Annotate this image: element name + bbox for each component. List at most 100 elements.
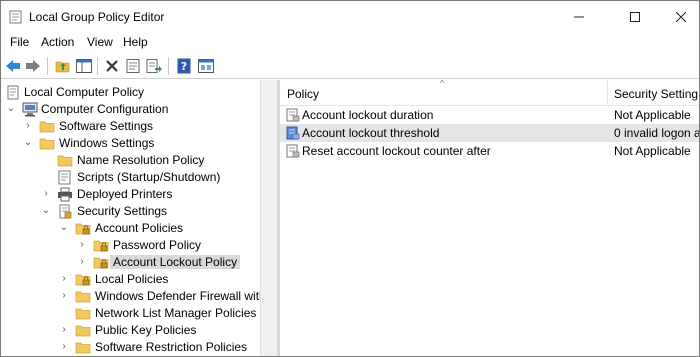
show-hide-tree-button[interactable] bbox=[74, 56, 94, 76]
list-item[interactable]: Reset account lockout counter after Not … bbox=[280, 142, 699, 160]
tree-scrollbar[interactable] bbox=[260, 80, 277, 356]
maximize-button[interactable] bbox=[612, 1, 658, 33]
chevron-down-icon[interactable]: ⌄ bbox=[59, 222, 69, 234]
list-item[interactable]: Account lockout duration Not Applicable bbox=[280, 106, 699, 124]
window-title: Local Group Policy Editor bbox=[29, 10, 165, 24]
tree-item-account-policies[interactable]: ⌄ Account Policies bbox=[1, 220, 260, 237]
tree-item-network-list-manager-policies[interactable]: Network List Manager Policies bbox=[1, 305, 260, 322]
tree-item-password-policy[interactable]: › Password Policy bbox=[1, 237, 260, 254]
policy-setting-value: Not Applicable bbox=[614, 144, 691, 158]
menu-view[interactable]: View bbox=[86, 35, 114, 49]
tree-item-label: Account Lockout Policy bbox=[110, 255, 241, 269]
tree-item-label: Local Computer Policy bbox=[24, 85, 145, 99]
chevron-right-icon[interactable]: › bbox=[77, 256, 87, 268]
folder-icon bbox=[39, 121, 55, 133]
chevron-right-icon[interactable]: › bbox=[59, 341, 69, 353]
locked-folder-icon bbox=[93, 240, 109, 252]
menu-bar: File Action View Help bbox=[1, 33, 699, 53]
tree-item-label: Password Policy bbox=[113, 238, 202, 252]
details-pane: ^ Policy Security Setting Account lockou… bbox=[280, 80, 699, 356]
properties-button[interactable] bbox=[123, 56, 143, 76]
back-icon bbox=[6, 60, 20, 72]
view-button[interactable] bbox=[196, 56, 216, 76]
console-tree: Local Computer Policy ⌄ Computer Configu… bbox=[1, 80, 260, 356]
tree-item-local-policies[interactable]: › Local Policies bbox=[1, 271, 260, 288]
computer-policy-icon bbox=[7, 85, 19, 100]
close-icon bbox=[676, 12, 686, 22]
policy-name: Reset account lockout counter after bbox=[302, 144, 491, 158]
tree-item-public-key-policies[interactable]: › Public Key Policies bbox=[1, 322, 260, 339]
tree-item-computer-configuration[interactable]: ⌄ Computer Configuration bbox=[1, 101, 260, 118]
help-button[interactable]: ? bbox=[174, 56, 194, 76]
sort-ascending-icon: ^ bbox=[440, 80, 445, 88]
chevron-right-icon[interactable]: › bbox=[59, 324, 69, 336]
title-bar: Local Group Policy Editor bbox=[1, 1, 699, 33]
folder-icon bbox=[75, 308, 91, 320]
minimize-button[interactable] bbox=[556, 1, 602, 33]
policy-setting-value: Not Applicable bbox=[614, 108, 691, 122]
tree-item-deployed-printers[interactable]: › Deployed Printers bbox=[1, 186, 260, 203]
list-item[interactable]: Account lockout threshold 0 invalid logo… bbox=[280, 124, 699, 142]
tree-item-label: Local Policies bbox=[95, 272, 169, 286]
tree-item-label: Account Policies bbox=[95, 221, 184, 235]
toolbar: ? bbox=[1, 53, 699, 79]
tree-item-security-settings[interactable]: ⌄ Security Settings bbox=[1, 203, 260, 220]
folder-icon bbox=[75, 342, 91, 354]
chevron-right-icon[interactable]: › bbox=[41, 188, 51, 200]
app-window: Local Group Policy Editor File Action Vi… bbox=[0, 0, 700, 357]
chevron-down-icon[interactable]: ⌄ bbox=[41, 205, 51, 217]
close-button[interactable] bbox=[658, 1, 699, 33]
printer-icon bbox=[58, 187, 72, 202]
policy-name: Account lockout duration bbox=[302, 108, 434, 122]
chevron-right-icon[interactable]: › bbox=[23, 120, 33, 132]
chevron-down-icon[interactable]: ⌄ bbox=[6, 103, 16, 115]
menu-help[interactable]: Help bbox=[122, 35, 149, 49]
chevron-right-icon[interactable]: › bbox=[77, 239, 87, 251]
tree-item-account-lockout-policy[interactable]: › Account Lockout Policy bbox=[1, 254, 260, 271]
chevron-down-icon[interactable]: ⌄ bbox=[23, 137, 33, 149]
back-button[interactable] bbox=[3, 56, 23, 76]
delete-icon bbox=[106, 60, 118, 72]
tree-item-name-resolution-policy[interactable]: Name Resolution Policy bbox=[1, 152, 260, 169]
delete-button[interactable] bbox=[102, 56, 122, 76]
tree-item-software-restriction-policies[interactable]: › Software Restriction Policies bbox=[1, 339, 260, 356]
show-hide-tree-icon bbox=[76, 59, 92, 73]
tree-item-label: Software Settings bbox=[59, 119, 154, 133]
menu-file[interactable]: File bbox=[9, 35, 30, 49]
locked-folder-icon bbox=[75, 274, 91, 286]
svg-text:?: ? bbox=[181, 60, 187, 73]
folder-icon bbox=[75, 291, 91, 303]
tree-item-label: Deployed Printers bbox=[77, 187, 173, 201]
computer-icon bbox=[22, 102, 38, 117]
chevron-right-icon[interactable]: › bbox=[59, 273, 69, 285]
view-icon bbox=[198, 59, 214, 73]
column-header-security-setting[interactable]: Security Setting bbox=[614, 87, 698, 101]
menu-action[interactable]: Action bbox=[40, 35, 75, 49]
policy-setting-icon bbox=[286, 126, 300, 140]
tree-item-windows-settings[interactable]: ⌄ Windows Settings bbox=[1, 135, 260, 152]
tree-item-software-settings[interactable]: › Software Settings bbox=[1, 118, 260, 135]
tree-item-scripts[interactable]: Scripts (Startup/Shutdown) bbox=[1, 169, 260, 186]
tree-item-label: Name Resolution Policy bbox=[77, 153, 205, 167]
help-icon: ? bbox=[177, 58, 191, 74]
group-policy-app-icon bbox=[9, 10, 22, 24]
folder-icon bbox=[57, 155, 73, 167]
toolbar-separator bbox=[97, 57, 98, 75]
tree-item-label: Computer Configuration bbox=[41, 102, 169, 116]
tree-item-local-computer-policy[interactable]: Local Computer Policy bbox=[1, 84, 260, 101]
up-folder-button[interactable] bbox=[53, 56, 73, 76]
security-icon bbox=[59, 204, 72, 219]
column-header-policy[interactable]: Policy bbox=[287, 87, 319, 101]
column-divider[interactable] bbox=[607, 80, 608, 106]
tree-item-windows-defender-firewall[interactable]: › Windows Defender Firewall with A bbox=[1, 288, 260, 305]
up-folder-icon bbox=[55, 61, 70, 73]
toolbar-separator bbox=[47, 57, 48, 75]
tree-item-label: Scripts (Startup/Shutdown) bbox=[77, 170, 221, 184]
export-list-button[interactable] bbox=[144, 56, 164, 76]
forward-button[interactable] bbox=[23, 56, 43, 76]
policy-setting-icon bbox=[286, 144, 300, 158]
chevron-right-icon[interactable]: › bbox=[59, 290, 69, 302]
folder-icon bbox=[75, 325, 91, 337]
tree-item-label: Network List Manager Policies bbox=[95, 306, 257, 320]
minimize-icon bbox=[574, 16, 584, 18]
